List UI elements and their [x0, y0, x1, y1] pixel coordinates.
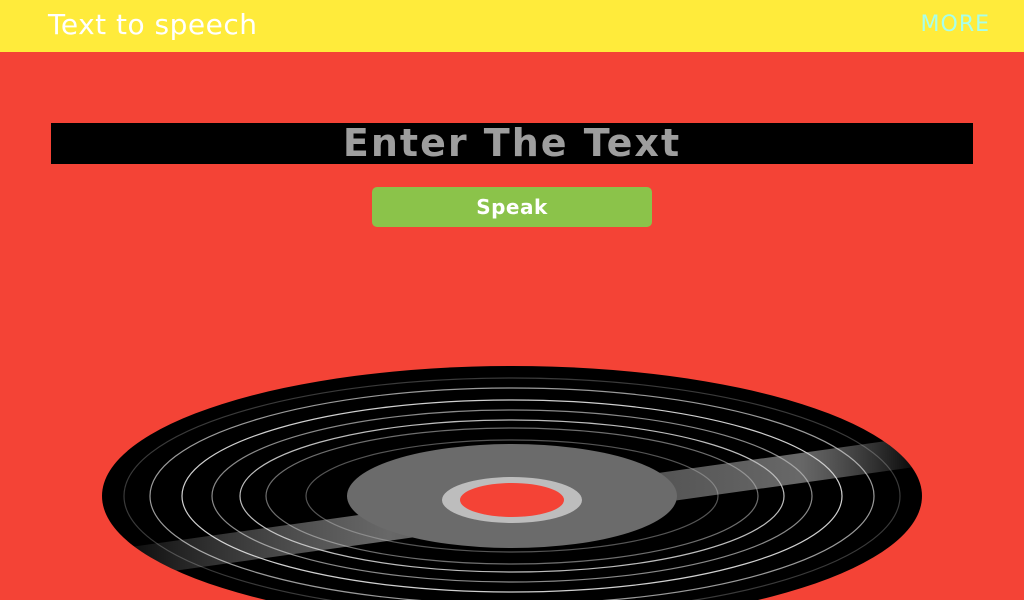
speak-button[interactable]: Speak — [372, 187, 652, 227]
more-button[interactable]: MORE — [921, 12, 990, 38]
vinyl-record-icon — [102, 366, 922, 600]
text-input[interactable] — [51, 123, 973, 164]
app-bar: Text to speech MORE — [0, 0, 1024, 52]
app-title: Text to speech — [48, 8, 258, 41]
